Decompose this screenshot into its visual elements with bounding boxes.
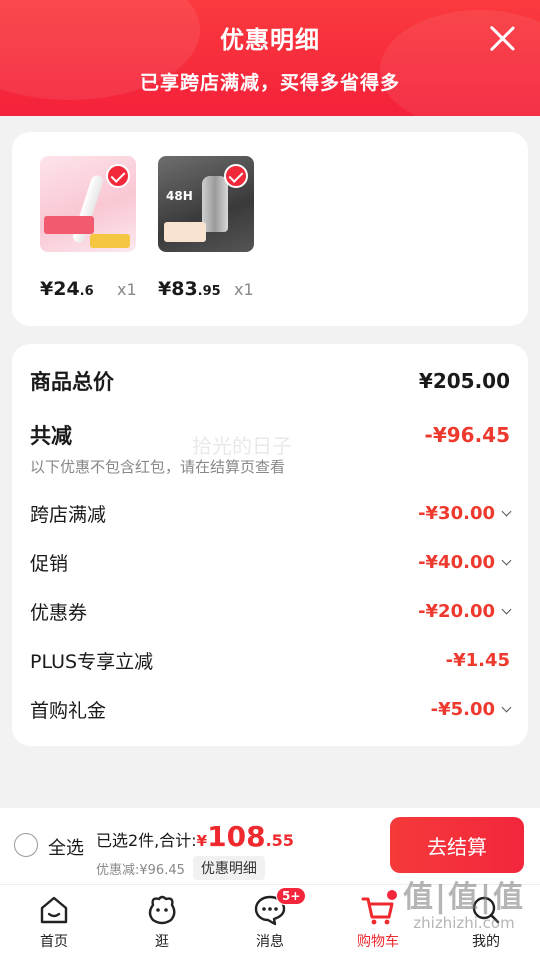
- site-watermark-logo: 值|值|值 zhizhizhi.com: [403, 880, 525, 932]
- total-price-row: 商品总价 ¥205.00: [30, 366, 510, 396]
- selected-check-icon[interactable]: [224, 164, 248, 188]
- chevron-down-icon[interactable]: [501, 555, 512, 565]
- discount-detail-button[interactable]: 优惠明细: [192, 856, 265, 880]
- home-icon: [40, 896, 68, 924]
- page-subtitle: 已享跨店满减，买得多省得多: [139, 72, 400, 94]
- face-icon: [148, 895, 176, 925]
- chevron-down-icon[interactable]: [501, 604, 512, 614]
- discount-amount-text: 优惠减:¥96.45: [96, 862, 185, 878]
- discount-row-promotion[interactable]: 促销 -¥40.00: [30, 549, 512, 576]
- total-reduce-row: 共减 -¥96.45: [30, 420, 510, 450]
- discount-row-plus: PLUS专享立减 -¥1.45: [30, 650, 510, 673]
- discount-note: 以下优惠不包含红包，请在结算页查看: [30, 458, 286, 476]
- discount-detail-header: 优惠明细 已享跨店满减，买得多省得多: [0, 0, 540, 116]
- discount-row-coupon[interactable]: 优惠券 -¥20.00: [30, 598, 512, 625]
- total-reduce-label: 共减: [30, 424, 72, 448]
- total-price-value: ¥205.00: [418, 369, 510, 393]
- discount-row-first-purchase[interactable]: 首购礼金 -¥5.00: [30, 696, 512, 723]
- product-thumbnail[interactable]: 48H: [158, 156, 254, 252]
- tab-messages[interactable]: 5+ 消息: [216, 885, 324, 957]
- page-title: 优惠明细: [220, 26, 320, 54]
- total-reduce-value: -¥96.45: [424, 423, 510, 447]
- tab-home[interactable]: 首页: [0, 885, 108, 957]
- selected-products-card: ¥24 .6 x1 48H ¥83 .95 x1: [12, 132, 528, 326]
- product-item[interactable]: ¥24 .6: [40, 156, 136, 300]
- tab-browse[interactable]: 逛: [108, 885, 216, 957]
- product-item[interactable]: 48H ¥83 .95: [158, 156, 254, 300]
- chevron-down-icon[interactable]: [501, 702, 512, 712]
- selected-check-icon[interactable]: [106, 164, 130, 188]
- total-price-label: 商品总价: [30, 370, 114, 394]
- product-thumbnail[interactable]: [40, 156, 136, 252]
- chevron-down-icon[interactable]: [501, 506, 512, 516]
- discount-summary-card: 商品总价 ¥205.00 拾光的日子 共减 -¥96.45 以下优惠不包含红包，…: [12, 344, 528, 746]
- message-count-badge: 5+: [276, 887, 307, 905]
- discount-row-cross-store[interactable]: 跨店满减 -¥30.00: [30, 500, 512, 527]
- selected-total: 已选2件,合计: ¥ 108 .55: [96, 820, 294, 853]
- select-all-label[interactable]: 全选: [48, 834, 84, 860]
- product-quantity: x1: [234, 280, 254, 299]
- close-icon[interactable]: [488, 24, 516, 52]
- select-all-radio[interactable]: [14, 833, 38, 857]
- product-quantity: x1: [117, 280, 137, 299]
- checkout-button[interactable]: 去结算: [390, 817, 524, 873]
